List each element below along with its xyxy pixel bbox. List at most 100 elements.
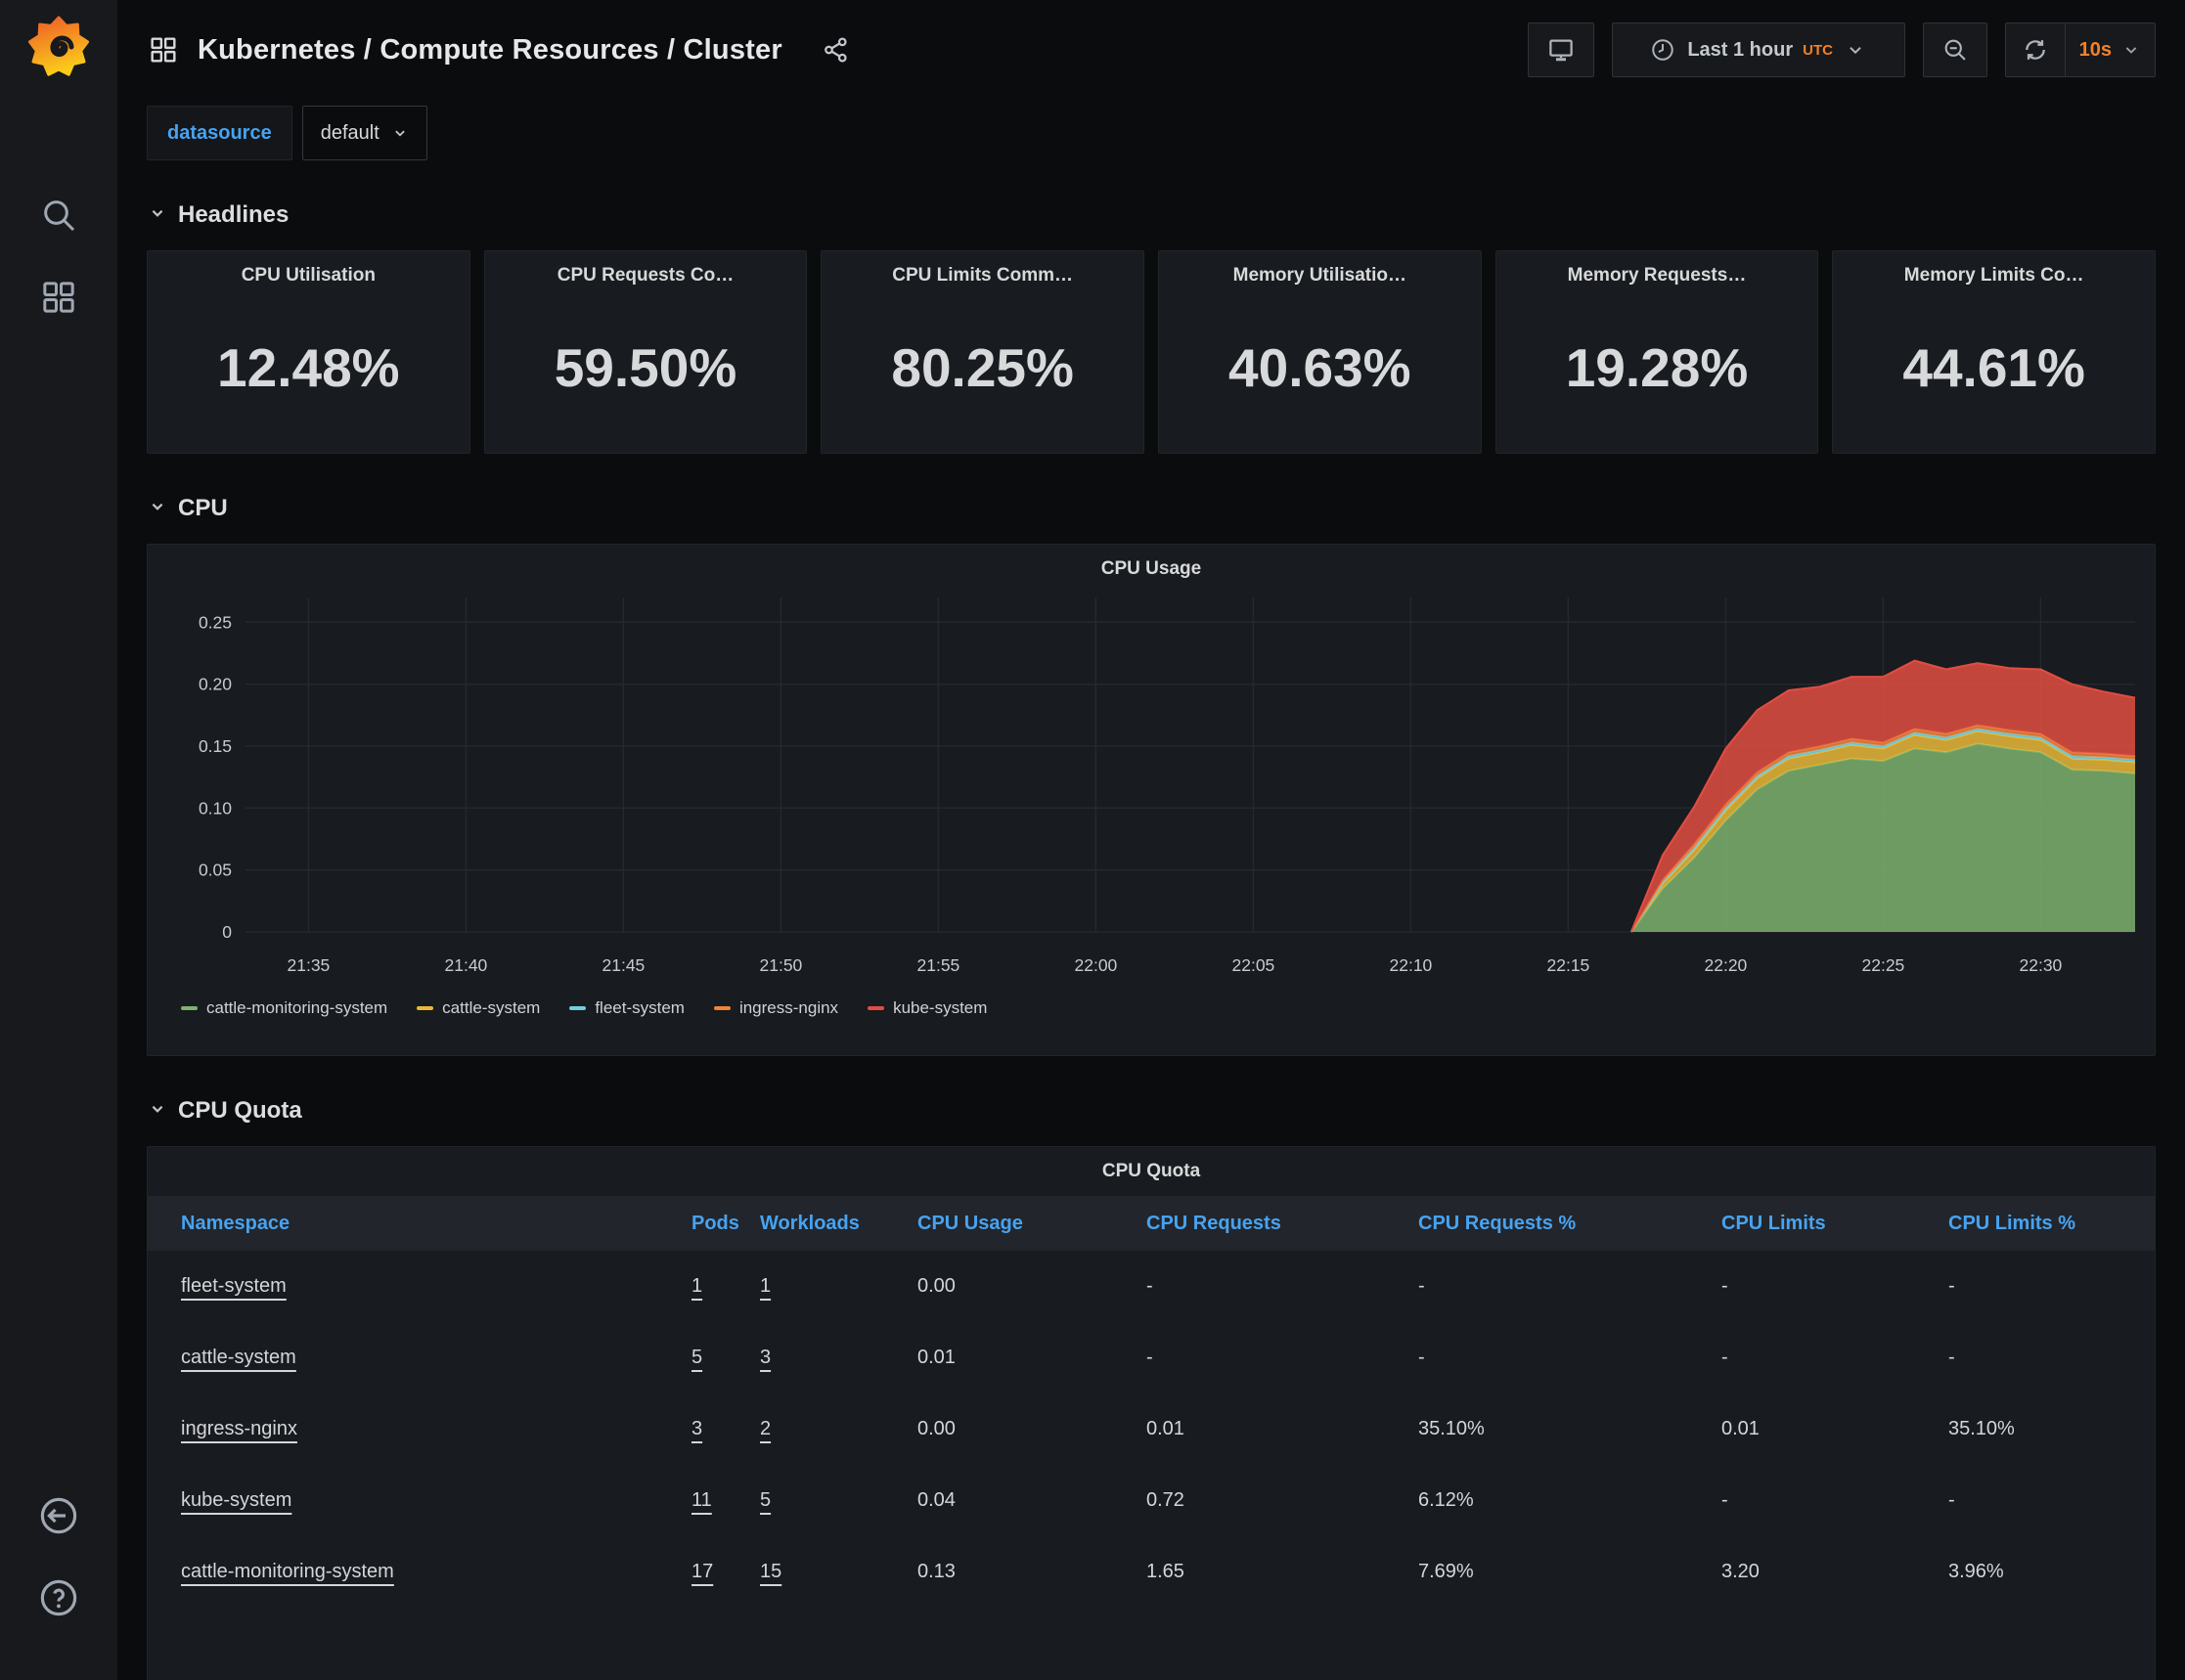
table-link[interactable]: 5 [760,1489,917,1512]
stat-value: 12.48% [148,292,469,453]
stat-title[interactable]: CPU Requests Co… [485,251,807,292]
x-axis-tick: 21:55 [917,955,960,975]
stat-value: 44.61% [1833,292,2155,453]
refresh-icon [2022,36,2049,64]
table-link[interactable]: ingress-nginx [148,1418,691,1440]
legend-swatch [868,1006,884,1010]
x-axis-tick: 21:50 [760,955,803,975]
stat-panel: CPU Utilisation12.48% [147,250,470,454]
column-header[interactable]: CPU Requests [1146,1213,1418,1235]
dashboard-grid-icon[interactable] [147,33,180,66]
refresh-button[interactable] [2006,23,2066,76]
legend-label: fleet-system [595,998,685,1018]
table-row: fleet-system110.00---- [148,1251,2155,1322]
table-cell: 0.01 [1721,1418,1948,1440]
stat-title[interactable]: CPU Utilisation [148,251,469,292]
x-axis-tick: 21:45 [602,955,646,975]
y-axis-tick: 0.25 [199,612,232,632]
tv-mode-button[interactable] [1528,22,1594,77]
variable-value: default [321,122,379,145]
variable-value-dropdown[interactable]: default [302,106,427,160]
chevron-down-icon [147,1098,168,1125]
stat-value: 80.25% [822,292,1143,453]
table-cell: - [1146,1347,1418,1369]
table-link[interactable]: 5 [691,1347,760,1369]
chevron-down-icon [2121,40,2141,60]
table-link[interactable]: kube-system [148,1489,691,1512]
main-content: Kubernetes / Compute Resources / Cluster [117,0,2185,1680]
table-link[interactable]: 15 [760,1561,917,1583]
chevron-down-icon [147,202,168,229]
panel-title[interactable]: CPU Quota [148,1147,2155,1188]
legend-item-cattle-monitoring-system[interactable]: cattle-monitoring-system [181,998,387,1018]
table-cell: - [1418,1347,1721,1369]
stat-title[interactable]: Memory Utilisatio… [1159,251,1481,292]
grafana-logo[interactable] [27,14,90,76]
zoom-out-icon [1941,36,1969,64]
legend-item-ingress-nginx[interactable]: ingress-nginx [714,998,838,1018]
table-row: kube-system1150.040.726.12%-- [148,1465,2155,1536]
table-cell: - [1721,1347,1948,1369]
table-cell: - [1948,1347,2155,1369]
table-link[interactable]: cattle-system [148,1347,691,1369]
clock-icon [1650,37,1675,63]
x-axis-tick: 22:15 [1547,955,1590,975]
stat-panel: Memory Requests…19.28% [1495,250,1819,454]
table-body: fleet-system110.00----cattle-system530.0… [148,1251,2155,1608]
table-link[interactable]: cattle-monitoring-system [148,1561,691,1583]
column-header[interactable]: CPU Requests % [1418,1213,1721,1235]
x-axis-tick: 22:20 [1705,955,1748,975]
table-link[interactable]: 11 [691,1489,760,1512]
stats-row: CPU Utilisation12.48%CPU Requests Co…59.… [147,250,2156,454]
column-header[interactable]: CPU Usage [917,1213,1146,1235]
column-header[interactable]: Workloads [760,1213,917,1235]
search-icon[interactable] [35,192,82,239]
cpu-usage-panel: CPU Usage 00.050.100.150.200.2521:3521:4… [147,544,2156,1056]
section-cpu-quota[interactable]: CPU Quota [147,1097,2156,1125]
column-header[interactable]: CPU Limits [1721,1213,1948,1235]
legend-label: cattle-monitoring-system [206,998,387,1018]
table-cell: 7.69% [1418,1561,1721,1583]
table-cell: - [1146,1275,1418,1298]
table-row: cattle-system530.01---- [148,1322,2155,1393]
help-icon[interactable] [35,1574,82,1621]
share-icon[interactable] [822,35,851,65]
section-cpu[interactable]: CPU [147,495,2156,522]
legend-item-cattle-system[interactable]: cattle-system [417,998,540,1018]
x-axis-tick: 21:35 [288,955,331,975]
table-link[interactable]: 3 [691,1418,760,1440]
column-header[interactable]: Namespace [148,1213,691,1235]
y-axis-tick: 0.05 [199,861,232,880]
table-link[interactable]: fleet-system [148,1275,691,1298]
table-header-row: NamespacePodsWorkloadsCPU UsageCPU Reque… [148,1196,2155,1251]
legend-label: cattle-system [442,998,540,1018]
table-cell: - [1948,1489,2155,1512]
refresh-controls: 10s [2005,22,2156,77]
table-link[interactable]: 1 [760,1275,917,1298]
panel-title[interactable]: CPU Usage [148,545,2155,586]
column-header[interactable]: CPU Limits % [1948,1213,2155,1235]
exit-icon[interactable] [35,1492,82,1539]
table-link[interactable]: 2 [760,1418,917,1440]
x-axis-tick: 21:40 [445,955,488,975]
refresh-interval-dropdown[interactable]: 10s [2066,23,2155,76]
table-link[interactable]: 17 [691,1561,760,1583]
table-cell: 3.96% [1948,1561,2155,1583]
table-cell: - [1721,1275,1948,1298]
table-link[interactable]: 3 [760,1347,917,1369]
time-range-picker[interactable]: Last 1 hour UTC [1612,22,1905,77]
zoom-out-button[interactable] [1923,22,1987,77]
column-header[interactable]: Pods [691,1213,760,1235]
section-headlines[interactable]: Headlines [147,201,2156,229]
stat-title[interactable]: Memory Requests… [1496,251,1818,292]
legend-item-kube-system[interactable]: kube-system [868,998,987,1018]
stat-title[interactable]: CPU Limits Comm… [822,251,1143,292]
stat-title[interactable]: Memory Limits Co… [1833,251,2155,292]
table-cell: 35.10% [1948,1418,2155,1440]
cpu-usage-chart[interactable]: 00.050.100.150.200.2521:3521:4021:4521:5… [148,588,2155,996]
legend-item-fleet-system[interactable]: fleet-system [569,998,685,1018]
stat-value: 19.28% [1496,292,1818,453]
apps-grid-icon[interactable] [35,274,82,321]
table-link[interactable]: 1 [691,1275,760,1298]
table-cell: 0.00 [917,1275,1146,1298]
